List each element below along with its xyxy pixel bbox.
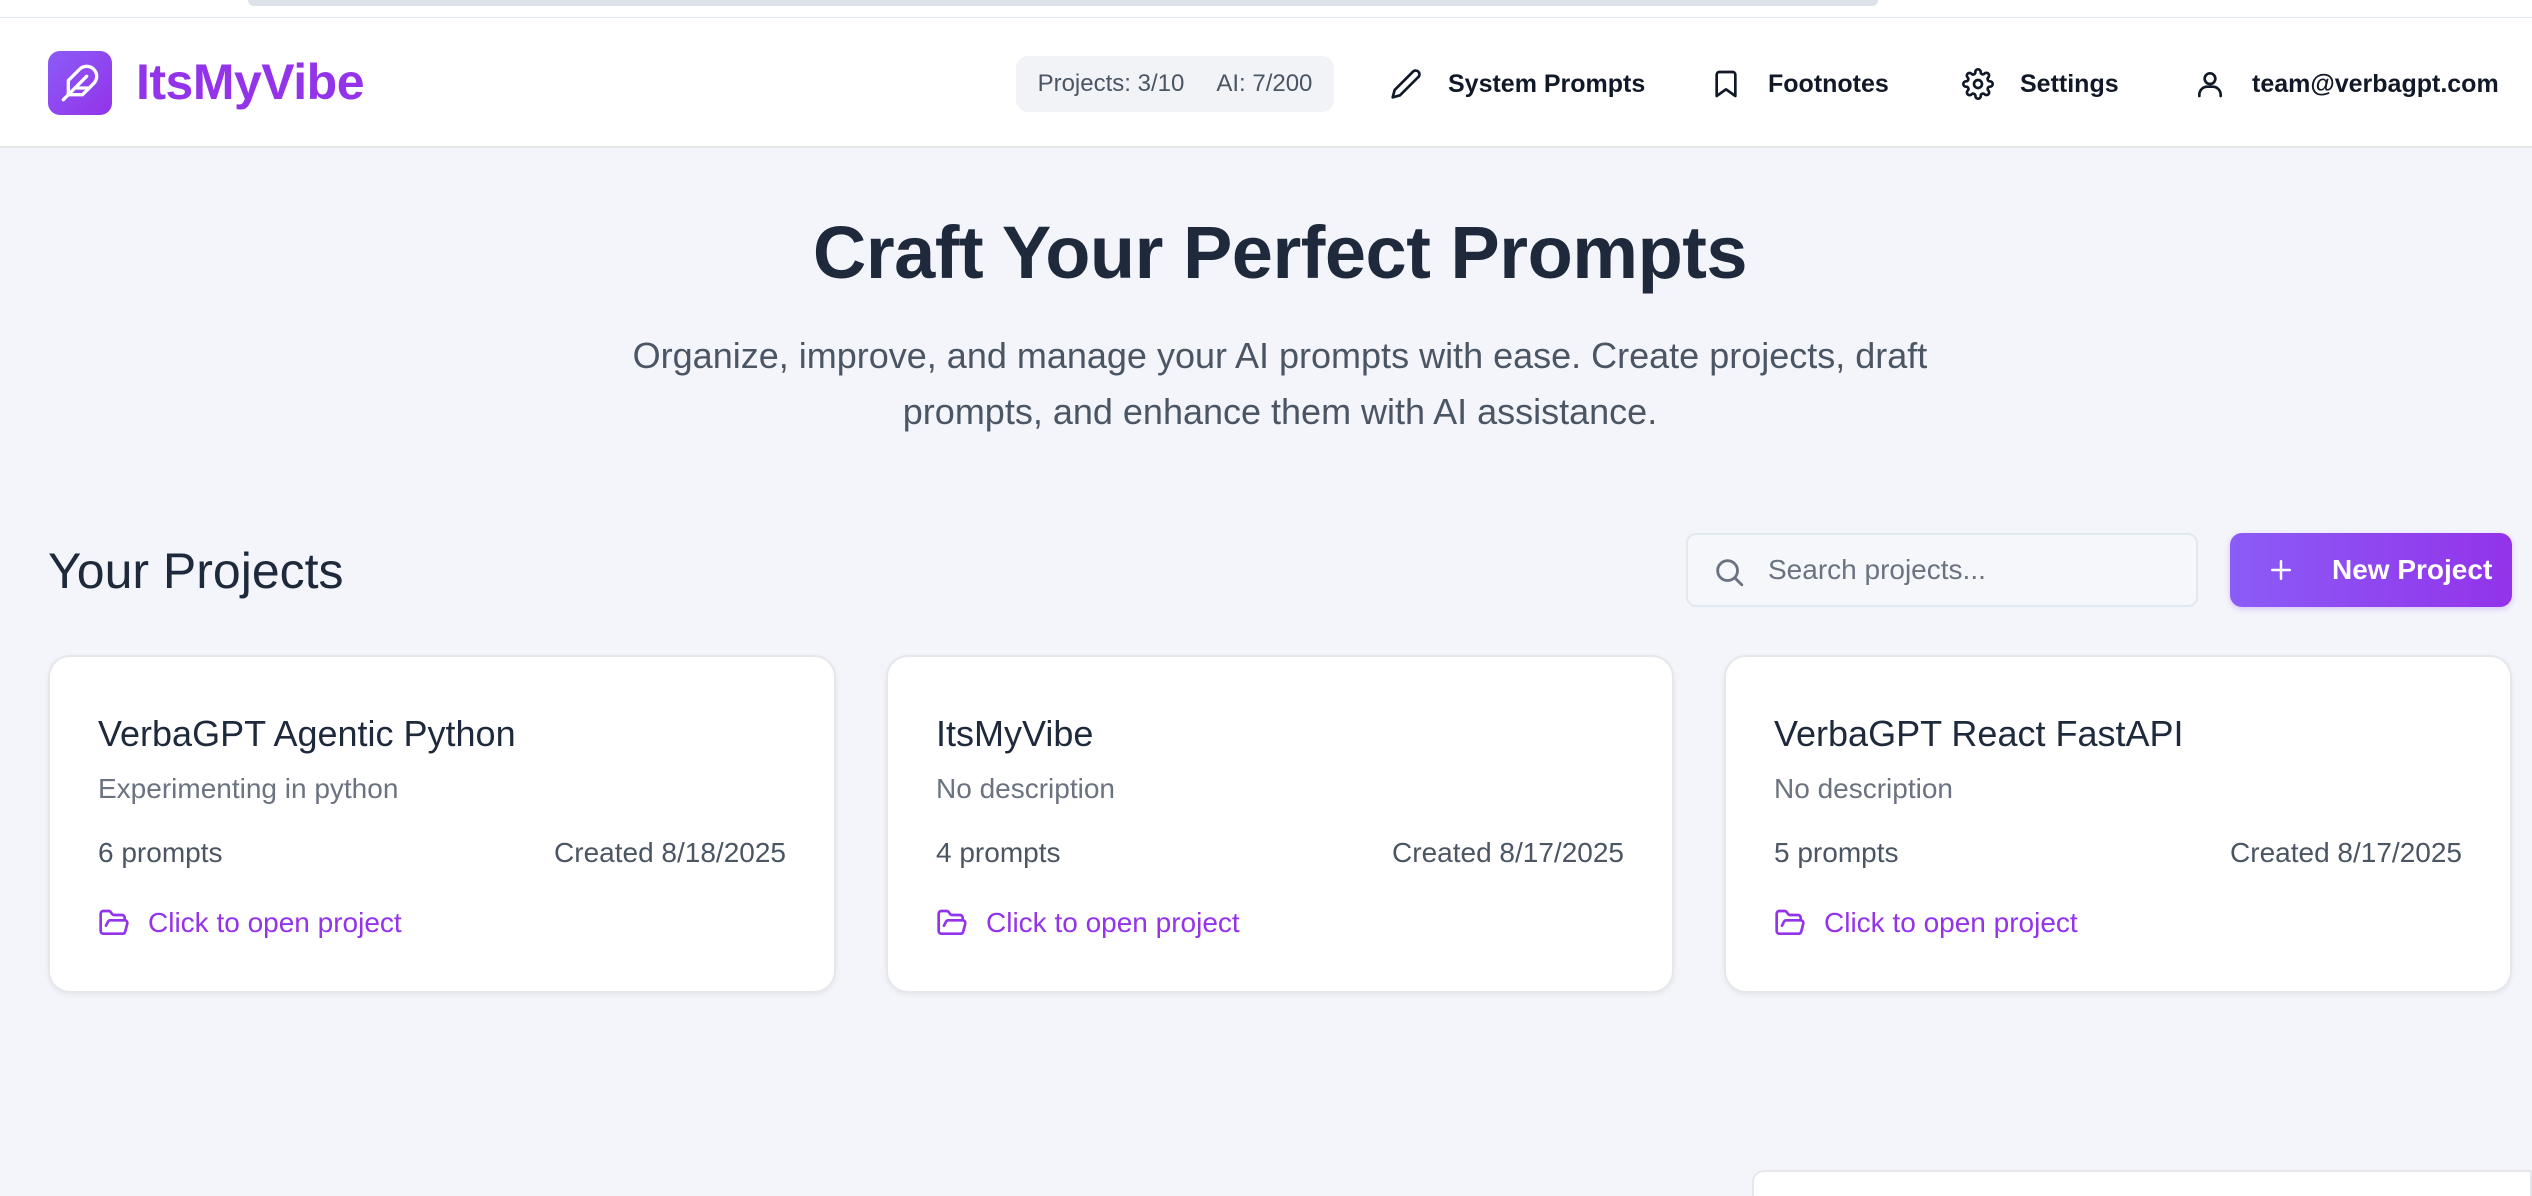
project-description: Experimenting in python [98,773,399,804]
search-input[interactable] [1768,535,2188,605]
nav-settings[interactable]: Settings [1962,56,2119,112]
project-card[interactable]: ItsMyVibe No description 4 prompts Creat… [886,655,1674,993]
open-project-link[interactable]: Click to open project [936,907,1240,939]
project-prompt-count: 6 prompts [98,837,223,868]
new-project-label: New Project [2332,554,2493,585]
open-project-link[interactable]: Click to open project [1774,907,2078,939]
project-description: No description [1774,773,1953,804]
nav-settings-label: Settings [2020,69,2119,98]
project-prompt-count: 4 prompts [936,837,1061,868]
app-header: ItsMyVibe Projects: 3/10 AI: 7/200 Syste… [0,18,2532,148]
project-prompt-count: 5 prompts [1774,837,1899,868]
floating-panel-edge [1752,1170,2532,1196]
bookmark-icon [1715,70,1737,98]
folder-open-icon [99,909,129,936]
project-created-date: Created 8/17/2025 [2230,837,2462,868]
nav-footnotes-label: Footnotes [1768,69,1889,98]
hero-title: Craft Your Perfect Prompts [812,211,1748,294]
user-icon [2198,72,2222,98]
project-created-date: Created 8/18/2025 [554,837,786,868]
pencil-icon [1391,69,1421,99]
plus-icon [2271,560,2291,580]
account-email: team@verbagpt.com [2252,69,2499,98]
folder-open-icon [1775,909,1805,936]
usage-counter: Projects: 3/10 AI: 7/200 [1016,56,1334,112]
feather-icon [61,64,99,102]
gear-icon [1962,68,1994,100]
projects-usage: Projects: 3/10 [1037,70,1185,97]
project-title: VerbaGPT React FastAPI [1774,713,2184,754]
open-project-link[interactable]: Click to open project [98,907,402,939]
nav-account[interactable]: team@verbagpt.com [2194,56,2499,112]
open-project-label: Click to open project [148,907,402,938]
nav-footnotes[interactable]: Footnotes [1710,56,1889,112]
nav-system-prompts-label: System Prompts [1448,69,1646,98]
project-created-date: Created 8/17/2025 [1392,837,1624,868]
project-title: ItsMyVibe [936,713,1094,754]
scroll-indicator [248,0,1878,6]
ai-usage: AI: 7/200 [1216,70,1313,97]
search-icon [1716,559,1744,587]
project-title: VerbaGPT Agentic Python [98,713,516,754]
search-box [1686,533,2198,607]
browser-top-strip [0,0,2532,18]
project-card[interactable]: VerbaGPT React FastAPI No description 5 … [1724,655,2512,993]
project-card[interactable]: VerbaGPT Agentic Python Experimenting in… [48,655,836,993]
nav-system-prompts[interactable]: System Prompts [1390,56,1645,112]
project-description: No description [936,773,1115,804]
new-project-button[interactable]: New Project [2230,533,2512,607]
hero-subtitle: Organize, improve, and manage your AI pr… [632,335,1928,432]
brand-name[interactable]: ItsMyVibe [136,54,365,110]
open-project-label: Click to open project [1824,907,2078,938]
open-project-label: Click to open project [986,907,1240,938]
folder-open-icon [937,909,967,936]
logo[interactable] [48,51,112,115]
projects-section-title: Your Projects [48,543,344,599]
